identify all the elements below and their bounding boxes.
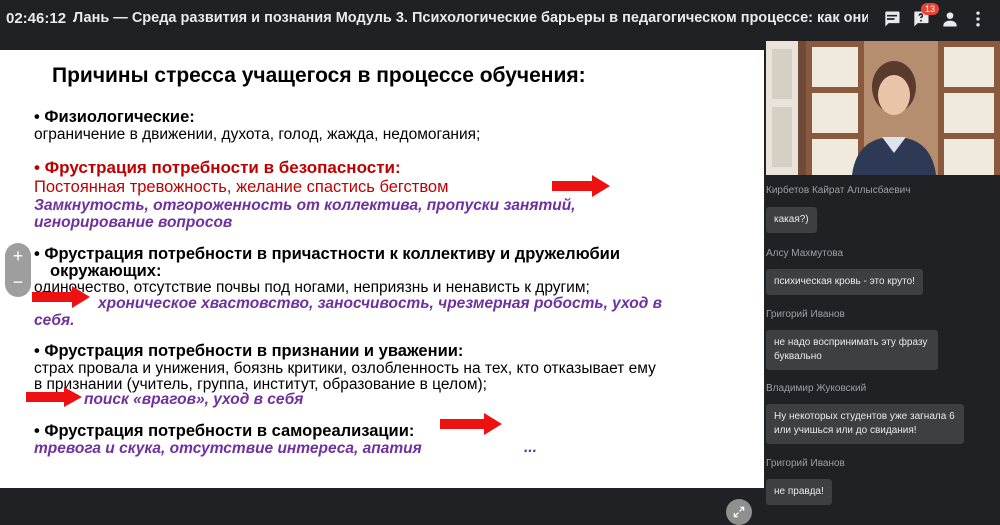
safety-purple-line-2: игнорирование вопросов — [34, 214, 233, 231]
chat-message-text: Ну некоторых студентов уже загнала 6 — [774, 411, 955, 422]
zoom-controls: + − — [5, 243, 31, 297]
expand-icon — [733, 506, 745, 518]
chat-message-text: не правда! — [774, 486, 824, 497]
notification-badge: 13 — [921, 3, 940, 15]
chat-message-text: психическая кровь - это круто! — [774, 276, 915, 287]
arrow-icon — [552, 175, 610, 197]
self-realization-purple: тревога и скука, отсутствие интереса, ап… — [34, 440, 422, 457]
slide-ellipsis: ... — [524, 439, 537, 456]
chat-icon[interactable] — [881, 8, 903, 30]
recognition-title: • Фрустрация потребности в признании и у… — [34, 342, 464, 360]
physio-title: • Физиологические: — [34, 108, 195, 126]
safety-text: Постоянная тревожность, желание спастись… — [34, 178, 449, 196]
clock: 02:46:12 — [6, 10, 67, 27]
zoom-out-button[interactable]: − — [5, 269, 31, 295]
chat-message: не правда! — [766, 479, 832, 505]
chat-author: Григорий Иванов — [766, 458, 845, 469]
arrow-icon — [32, 286, 90, 308]
chat-author: Владимир Жуковский — [766, 383, 867, 394]
user-icon[interactable] — [939, 8, 961, 30]
self-realization-title: • Фрустрация потребности в самореализаци… — [34, 422, 415, 440]
chat-message: психическая кровь - это круто! — [766, 269, 923, 295]
chat-panel: Кирбетов Кайрат Аллысбаевич какая?) Алсу… — [764, 176, 1000, 508]
safety-title: • Фрустрация потребности в безопасности: — [34, 158, 401, 177]
belong-purple-line-2: себя. — [34, 312, 75, 329]
belong-purple-line-1: хроническое хвастовство, заносчивость, ч… — [98, 295, 662, 312]
chat-message: какая?) — [766, 207, 817, 233]
more-icon[interactable] — [967, 8, 989, 30]
page-title: Лань — Среда развития и познания Модуль … — [73, 10, 868, 26]
chat-message: не надо воспринимать эту фразу буквально — [766, 330, 938, 370]
chat-message-text: не надо воспринимать эту фразу — [774, 337, 928, 348]
chat-message-text: какая?) — [774, 214, 809, 225]
arrow-icon — [26, 387, 82, 407]
webcam-video — [766, 41, 1000, 175]
chat-message-text: или учишься или до свидания! — [774, 425, 917, 436]
top-bar: 02:46:12 Лань — Среда развития и познани… — [0, 0, 1000, 40]
physio-text: ограничение в движении, духота, голод, ж… — [34, 126, 481, 143]
safety-purple-line-1: Замкнутость, отгороженность от коллектив… — [34, 197, 576, 214]
zoom-in-button[interactable]: + — [5, 243, 31, 269]
chat-message: Ну некоторых студентов уже загнала 6 или… — [766, 404, 964, 444]
fullscreen-button[interactable] — [726, 499, 752, 525]
slide-heading: Причины стресса учащегося в процессе обу… — [52, 64, 586, 87]
chat-message-text: буквально — [774, 351, 822, 362]
presenter-video-image — [766, 41, 1000, 175]
arrow-icon — [440, 413, 502, 435]
chat-author: Кирбетов Кайрат Аллысбаевич — [766, 185, 911, 196]
recognition-purple: поиск «врагов», уход в себя — [84, 391, 304, 408]
chat-author: Григорий Иванов — [766, 309, 845, 320]
chat-author: Алсу Махмутова — [766, 248, 844, 259]
presentation-slide: Причины стресса учащегося в процессе обу… — [0, 50, 764, 525]
